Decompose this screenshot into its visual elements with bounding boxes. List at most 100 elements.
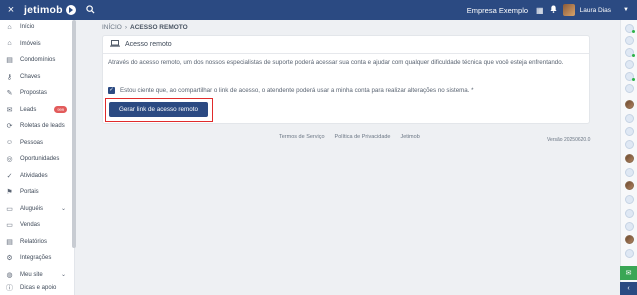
breadcrumb-current: ACESSO REMOTO — [130, 24, 188, 31]
check-circle-icon: ✓ — [6, 172, 13, 180]
breadcrumb-home[interactable]: INÍCIO — [102, 24, 122, 31]
sidebar-item-label: Leads — [20, 106, 37, 113]
sidebar-item-label: Condomínios — [20, 57, 56, 63]
sidebar-item-label: Vendas — [20, 222, 41, 228]
contact-avatar[interactable] — [625, 181, 634, 190]
sidebar-item-pessoas[interactable]: ☺ Pessoas — [0, 136, 72, 150]
rent-icon: ▭ — [6, 205, 13, 213]
apps-grid-icon[interactable]: ▦ — [536, 6, 544, 15]
sidebar-item-chaves[interactable]: ⚷ Chaves — [0, 70, 72, 84]
sidebar-item-label: Roletas de leads — [20, 123, 65, 129]
report-icon: ▤ — [6, 238, 13, 246]
contact-avatar[interactable] — [625, 72, 635, 81]
footer-links: Termos de Serviço Política de Privacidad… — [279, 134, 430, 140]
info-icon: ⓘ — [6, 285, 13, 292]
agree-checkbox[interactable]: ✓ — [108, 87, 115, 94]
chat-icon[interactable]: ✉ — [620, 266, 637, 280]
contact-avatar[interactable] — [625, 209, 634, 218]
search-icon[interactable] — [86, 4, 95, 16]
contact-avatar[interactable] — [625, 195, 634, 204]
sidebar-item-condominios[interactable]: ▤ Condomínios — [0, 53, 72, 67]
sidebar-item-vendas[interactable]: ▭ Vendas — [0, 218, 72, 232]
generate-remote-link-button[interactable]: Gerar link de acesso remoto — [109, 102, 208, 117]
agree-checkbox-row[interactable]: ✓ Estou ciente que, ao compartilhar o li… — [108, 87, 474, 94]
footer-link-privacy[interactable]: Política de Privacidade — [335, 134, 391, 140]
sidebar-item-label: Dicas e apoio — [20, 285, 57, 291]
megaphone-icon: ⚑ — [6, 189, 13, 196]
chevron-left-icon[interactable]: ‹ — [620, 282, 637, 295]
house-icon: ⌂ — [7, 40, 12, 47]
sidebar-item-inicio[interactable]: ⌂ Início — [0, 20, 72, 34]
contact-avatar[interactable] — [625, 84, 634, 93]
right-rail — [620, 20, 637, 295]
contact-avatar[interactable] — [625, 235, 634, 244]
contact-avatar[interactable] — [625, 100, 634, 109]
company-name[interactable]: Empresa Exemplo — [467, 6, 528, 15]
sidebar-item-label: Chaves — [20, 73, 41, 80]
sidebar-item-label: Meu site — [20, 271, 43, 278]
leads-icon: ✉ — [6, 106, 13, 114]
sidebar-item-meu-site[interactable]: ◍ Meu site ⌄ — [0, 268, 72, 282]
gear-icon: ⚙ — [6, 255, 13, 262]
sidebar-item-label: Imóveis — [20, 40, 41, 47]
avatar[interactable] — [562, 4, 575, 16]
sidebar-item-atividades[interactable]: ✓ Atividades — [0, 169, 72, 183]
play-badge-icon — [65, 5, 76, 15]
contact-avatar[interactable] — [625, 24, 635, 33]
sidebar-item-roletas-de-leads[interactable]: ⟳ Roletas de leads — [0, 119, 72, 133]
contact-avatar[interactable] — [625, 140, 634, 149]
agree-label: Estou ciente que, ao compartilhar o link… — [120, 87, 474, 94]
footer-link-terms[interactable]: Termos de Serviço — [279, 134, 325, 140]
logo[interactable]: jetimob — [24, 4, 76, 16]
contact-avatar[interactable] — [625, 154, 634, 163]
chevron-down-icon[interactable]: ⌄ — [61, 271, 66, 278]
close-icon[interactable]: × — [2, 4, 20, 16]
sidebar-item-alugueis[interactable]: ▭ Aluguéis ⌄ — [0, 202, 72, 216]
bell-icon[interactable] — [550, 5, 557, 15]
card-header: Acesso remoto — [103, 36, 589, 54]
contact-avatar[interactable] — [625, 127, 634, 136]
footer-link-jetimob[interactable]: Jetimob — [401, 134, 420, 140]
sidebar-item-label: Oportunidades — [20, 156, 60, 162]
contact-avatar[interactable] — [625, 168, 634, 177]
roulette-icon: ⟳ — [6, 123, 13, 130]
target-icon: ◎ — [6, 156, 13, 163]
key-icon: ⚷ — [6, 73, 13, 81]
sidebar-item-integracoes[interactable]: ⚙ Integrações — [0, 251, 72, 265]
laptop-icon — [110, 40, 120, 49]
contact-avatar[interactable] — [625, 114, 634, 123]
chevron-down-icon[interactable]: ▼ — [623, 7, 629, 13]
sidebar-item-leads[interactable]: ✉ Leads 999 — [0, 103, 72, 117]
sidebar: ⌂ Início ⌂ Imóveis ▤ Condomínios ⚷ Chave… — [0, 20, 75, 295]
leads-count-badge: 999 — [54, 106, 67, 113]
contact-avatar[interactable] — [625, 60, 634, 69]
page-title: Acesso remoto — [125, 41, 172, 48]
sidebar-item-label: Relatórios — [20, 238, 48, 245]
logo-text: jetimob — [24, 4, 63, 16]
sidebar-item-propostas[interactable]: ✎ Propostas — [0, 86, 72, 100]
version-text: Versão 20250620.0 — [547, 137, 591, 143]
username[interactable]: Laura Dias — [580, 7, 611, 14]
sidebar-scrollbar[interactable] — [72, 20, 76, 248]
pen-icon: ✎ — [6, 90, 13, 97]
sidebar-item-label: Portais — [20, 189, 39, 195]
top-bar: × jetimob Empresa Exemplo ▦ Laura Dias ▼ — [0, 0, 637, 20]
contact-avatar[interactable] — [625, 36, 634, 45]
chevron-down-icon[interactable]: ⌄ — [61, 205, 66, 212]
sidebar-item-dicas-e-apoio[interactable]: ⓘ Dicas e apoio — [0, 281, 72, 295]
sales-icon: ▭ — [6, 222, 13, 229]
breadcrumb: INÍCIO › ACESSO REMOTO — [102, 24, 188, 31]
sidebar-item-relatorios[interactable]: ▤ Relatórios — [0, 235, 72, 249]
sidebar-item-oportunidades[interactable]: ◎ Oportunidades — [0, 152, 72, 166]
sidebar-item-label: Aluguéis — [20, 205, 44, 212]
description-text: Através do acesso remoto, um dos nossos … — [108, 59, 564, 66]
sidebar-item-label: Propostas — [20, 90, 48, 96]
remote-access-card: Acesso remoto Através do acesso remoto, … — [102, 35, 590, 124]
button-highlight-frame: Gerar link de acesso remoto — [105, 98, 213, 122]
sidebar-item-label: Início — [20, 24, 35, 30]
contact-avatar[interactable] — [625, 249, 634, 258]
contact-avatar[interactable] — [625, 222, 634, 231]
contact-avatar[interactable] — [625, 48, 635, 57]
sidebar-item-portais[interactable]: ⚑ Portais — [0, 185, 72, 199]
sidebar-item-imoveis[interactable]: ⌂ Imóveis — [0, 37, 72, 51]
